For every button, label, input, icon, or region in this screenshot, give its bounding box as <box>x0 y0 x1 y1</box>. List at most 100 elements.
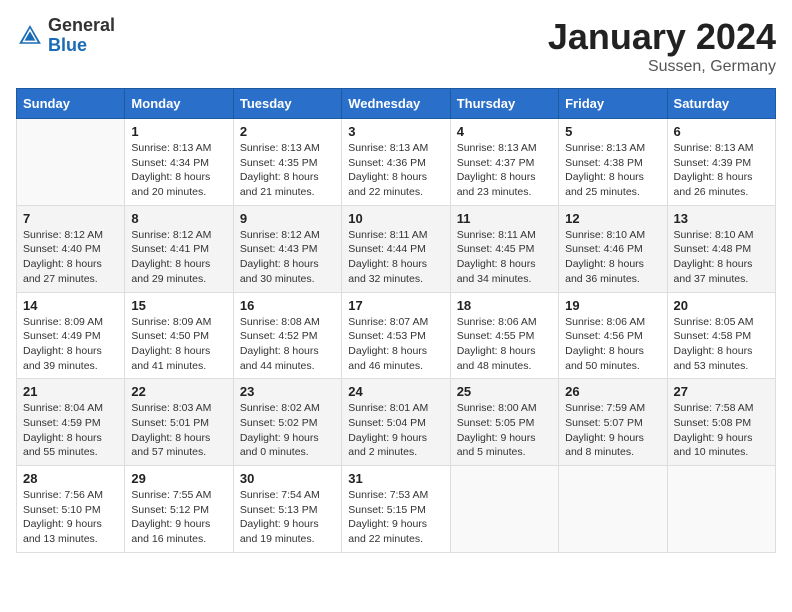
day-number: 3 <box>348 124 443 139</box>
calendar-cell: 11 Sunrise: 8:11 AM Sunset: 4:45 PM Dayli… <box>450 205 558 292</box>
day-number: 4 <box>457 124 552 139</box>
calendar-cell: 24 Sunrise: 8:01 AM Sunset: 5:04 PM Dayli… <box>342 379 450 466</box>
calendar-header: SundayMondayTuesdayWednesdayThursdayFrid… <box>17 89 776 119</box>
calendar-cell <box>450 466 558 553</box>
week-row-3: 14 Sunrise: 8:09 AM Sunset: 4:49 PM Dayli… <box>17 292 776 379</box>
title-block: January 2024 Sussen, Germany <box>548 16 776 76</box>
logo: General Blue <box>16 16 115 56</box>
calendar-cell: 14 Sunrise: 8:09 AM Sunset: 4:49 PM Dayli… <box>17 292 125 379</box>
calendar-body: 1Sunrise: 8:13 AM Sunset: 4:34 PM Daylig… <box>17 119 776 553</box>
day-number: 24 <box>348 384 443 399</box>
day-info: Sunrise: 8:02 AM Sunset: 5:02 PM Dayligh… <box>240 401 335 460</box>
day-number: 1 <box>131 124 226 139</box>
header-tuesday: Tuesday <box>233 89 341 119</box>
day-number: 21 <box>23 384 118 399</box>
day-info: Sunrise: 8:05 AM Sunset: 4:58 PM Dayligh… <box>674 315 769 374</box>
calendar-cell: 10 Sunrise: 8:11 AM Sunset: 4:44 PM Dayli… <box>342 205 450 292</box>
calendar-cell: 12 Sunrise: 8:10 AM Sunset: 4:46 PM Dayli… <box>559 205 667 292</box>
day-number: 26 <box>565 384 660 399</box>
day-info: Sunrise: 8:11 AM Sunset: 4:44 PM Dayligh… <box>348 228 443 287</box>
day-number: 13 <box>674 211 769 226</box>
calendar-location: Sussen, Germany <box>548 58 776 76</box>
header-monday: Monday <box>125 89 233 119</box>
calendar-cell: 28 Sunrise: 7:56 AM Sunset: 5:10 PM Dayli… <box>17 466 125 553</box>
calendar-title: January 2024 <box>548 16 776 58</box>
calendar-cell: 17 Sunrise: 8:07 AM Sunset: 4:53 PM Dayli… <box>342 292 450 379</box>
calendar-cell: 21Sunrise: 8:04 AM Sunset: 4:59 PM Dayli… <box>17 379 125 466</box>
calendar-cell: 30Sunrise: 7:54 AM Sunset: 5:13 PM Dayli… <box>233 466 341 553</box>
calendar-cell <box>667 466 775 553</box>
calendar-cell: 25 Sunrise: 8:00 AM Sunset: 5:05 PM Dayli… <box>450 379 558 466</box>
day-number: 19 <box>565 298 660 313</box>
calendar-cell: 6Sunrise: 8:13 AM Sunset: 4:39 PM Daylig… <box>667 119 775 206</box>
day-info: Sunrise: 8:12 AM Sunset: 4:43 PM Dayligh… <box>240 228 335 287</box>
logo-blue-text: Blue <box>48 36 115 56</box>
day-number: 29 <box>131 471 226 486</box>
day-info: Sunrise: 8:13 AM Sunset: 4:37 PM Dayligh… <box>457 141 552 200</box>
calendar-cell <box>559 466 667 553</box>
day-number: 27 <box>674 384 769 399</box>
day-number: 17 <box>348 298 443 313</box>
day-info: Sunrise: 7:54 AM Sunset: 5:13 PM Dayligh… <box>240 488 335 547</box>
day-info: Sunrise: 8:13 AM Sunset: 4:35 PM Dayligh… <box>240 141 335 200</box>
day-info: Sunrise: 8:13 AM Sunset: 4:38 PM Dayligh… <box>565 141 660 200</box>
day-info: Sunrise: 8:09 AM Sunset: 4:50 PM Dayligh… <box>131 315 226 374</box>
day-number: 18 <box>457 298 552 313</box>
day-info: Sunrise: 8:01 AM Sunset: 5:04 PM Dayligh… <box>348 401 443 460</box>
day-info: Sunrise: 8:06 AM Sunset: 4:55 PM Dayligh… <box>457 315 552 374</box>
day-info: Sunrise: 8:11 AM Sunset: 4:45 PM Dayligh… <box>457 228 552 287</box>
week-row-4: 21Sunrise: 8:04 AM Sunset: 4:59 PM Dayli… <box>17 379 776 466</box>
day-info: Sunrise: 8:03 AM Sunset: 5:01 PM Dayligh… <box>131 401 226 460</box>
logo-general-text: General <box>48 16 115 36</box>
day-number: 15 <box>131 298 226 313</box>
logo-icon <box>16 22 44 50</box>
day-info: Sunrise: 7:59 AM Sunset: 5:07 PM Dayligh… <box>565 401 660 460</box>
header-wednesday: Wednesday <box>342 89 450 119</box>
calendar-cell: 22 Sunrise: 8:03 AM Sunset: 5:01 PM Dayli… <box>125 379 233 466</box>
header-row: SundayMondayTuesdayWednesdayThursdayFrid… <box>17 89 776 119</box>
day-number: 9 <box>240 211 335 226</box>
day-number: 8 <box>131 211 226 226</box>
calendar-cell: 29Sunrise: 7:55 AM Sunset: 5:12 PM Dayli… <box>125 466 233 553</box>
week-row-1: 1Sunrise: 8:13 AM Sunset: 4:34 PM Daylig… <box>17 119 776 206</box>
day-info: Sunrise: 8:12 AM Sunset: 4:40 PM Dayligh… <box>23 228 118 287</box>
calendar-cell: 20 Sunrise: 8:05 AM Sunset: 4:58 PM Dayli… <box>667 292 775 379</box>
header-thursday: Thursday <box>450 89 558 119</box>
day-number: 10 <box>348 211 443 226</box>
day-number: 20 <box>674 298 769 313</box>
day-number: 16 <box>240 298 335 313</box>
week-row-2: 7Sunrise: 8:12 AM Sunset: 4:40 PM Daylig… <box>17 205 776 292</box>
day-number: 25 <box>457 384 552 399</box>
calendar-cell: 18 Sunrise: 8:06 AM Sunset: 4:55 PM Dayli… <box>450 292 558 379</box>
calendar-cell: 8 Sunrise: 8:12 AM Sunset: 4:41 PM Daylig… <box>125 205 233 292</box>
day-info: Sunrise: 8:13 AM Sunset: 4:36 PM Dayligh… <box>348 141 443 200</box>
day-info: Sunrise: 7:56 AM Sunset: 5:10 PM Dayligh… <box>23 488 118 547</box>
day-info: Sunrise: 8:12 AM Sunset: 4:41 PM Dayligh… <box>131 228 226 287</box>
calendar-cell: 9 Sunrise: 8:12 AM Sunset: 4:43 PM Daylig… <box>233 205 341 292</box>
day-info: Sunrise: 8:09 AM Sunset: 4:49 PM Dayligh… <box>23 315 118 374</box>
day-info: Sunrise: 8:07 AM Sunset: 4:53 PM Dayligh… <box>348 315 443 374</box>
day-info: Sunrise: 8:08 AM Sunset: 4:52 PM Dayligh… <box>240 315 335 374</box>
calendar-cell: 15 Sunrise: 8:09 AM Sunset: 4:50 PM Dayli… <box>125 292 233 379</box>
calendar-cell: 27 Sunrise: 7:58 AM Sunset: 5:08 PM Dayli… <box>667 379 775 466</box>
day-number: 23 <box>240 384 335 399</box>
header-sunday: Sunday <box>17 89 125 119</box>
calendar-cell: 23 Sunrise: 8:02 AM Sunset: 5:02 PM Dayli… <box>233 379 341 466</box>
day-info: Sunrise: 7:58 AM Sunset: 5:08 PM Dayligh… <box>674 401 769 460</box>
day-number: 5 <box>565 124 660 139</box>
day-info: Sunrise: 8:00 AM Sunset: 5:05 PM Dayligh… <box>457 401 552 460</box>
day-number: 22 <box>131 384 226 399</box>
calendar-cell: 16 Sunrise: 8:08 AM Sunset: 4:52 PM Dayli… <box>233 292 341 379</box>
day-number: 28 <box>23 471 118 486</box>
calendar-cell: 2Sunrise: 8:13 AM Sunset: 4:35 PM Daylig… <box>233 119 341 206</box>
calendar-cell <box>17 119 125 206</box>
calendar-table: SundayMondayTuesdayWednesdayThursdayFrid… <box>16 88 776 553</box>
calendar-cell: 13Sunrise: 8:10 AM Sunset: 4:48 PM Dayli… <box>667 205 775 292</box>
calendar-cell: 31Sunrise: 7:53 AM Sunset: 5:15 PM Dayli… <box>342 466 450 553</box>
day-info: Sunrise: 8:13 AM Sunset: 4:39 PM Dayligh… <box>674 141 769 200</box>
day-info: Sunrise: 8:10 AM Sunset: 4:46 PM Dayligh… <box>565 228 660 287</box>
calendar-cell: 3 Sunrise: 8:13 AM Sunset: 4:36 PM Daylig… <box>342 119 450 206</box>
day-number: 14 <box>23 298 118 313</box>
day-number: 12 <box>565 211 660 226</box>
day-number: 11 <box>457 211 552 226</box>
